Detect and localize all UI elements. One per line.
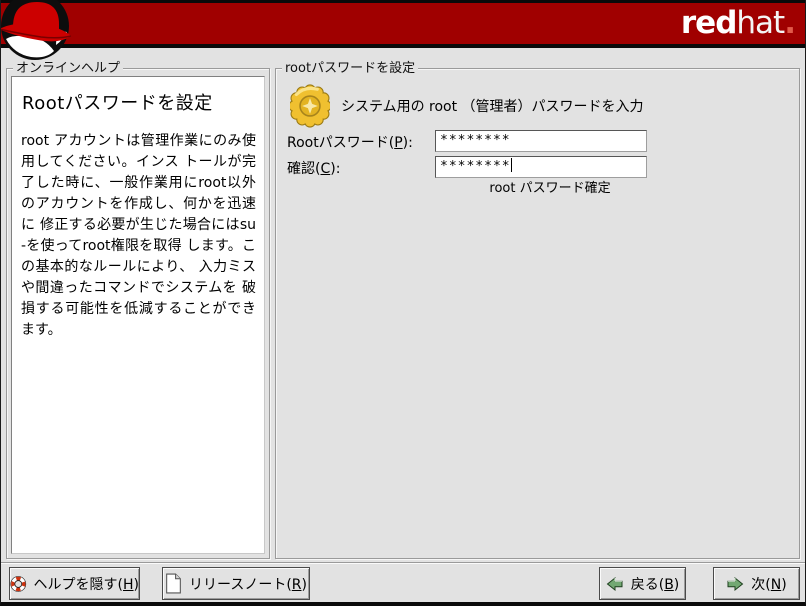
text-cursor [510, 158, 512, 172]
online-help-panel: オンラインヘルプ Rootパスワードを設定 root アカウントは管理作業にのみ… [6, 61, 270, 559]
next-button[interactable]: 次(N) [713, 567, 800, 600]
redhat-wordmark: redhat. [680, 4, 796, 42]
hide-help-label-pre: ヘルプを隠す( [33, 576, 123, 593]
hide-help-label: ヘルプを隠す(H) [34, 574, 139, 594]
confirm-label-post: ): [330, 161, 341, 177]
back-mnemonic: B [664, 576, 674, 593]
confirm-label-pre: 確認( [287, 161, 321, 177]
back-label: 戻る(B) [631, 574, 680, 594]
instruction-row: システム用の root （管理者）パスワードを入力 [290, 84, 644, 128]
wordmark-red: red [680, 5, 738, 41]
back-label-pre: 戻る( [630, 576, 665, 593]
arrow-right-icon [727, 576, 744, 591]
confirm-password-input[interactable]: ******** [435, 156, 647, 178]
lifebuoy-icon [10, 575, 27, 592]
root-password-frame-label: rootパスワードを設定 [282, 61, 419, 76]
confirm-password-value: ******** [440, 159, 511, 174]
root-password-panel: rootパスワードを設定 システム用の root （管理者）パスワードを入力 R… [275, 61, 800, 559]
gold-badge-icon [290, 84, 330, 128]
confirm-mnemonic: C [320, 161, 331, 177]
arrow-left-icon [606, 576, 623, 591]
root-password-value: ******** [440, 133, 511, 148]
redhat-shadowman-icon [1, 0, 72, 60]
next-label: 次(N) [751, 574, 786, 594]
footer-separator [1, 562, 805, 564]
installer-window: redhat. オンラインヘルプ Rootパスワードを設定 root アカウント… [0, 0, 806, 606]
release-notes-button[interactable]: リリースノート(R) [162, 567, 310, 600]
root-password-input[interactable]: ******** [435, 130, 647, 152]
root-password-label-pre: Rootパスワード( [287, 135, 395, 151]
release-notes-label-post: ) [301, 576, 307, 593]
wordmark-hat: hat [736, 5, 785, 41]
instruction-text: システム用の root （管理者）パスワードを入力 [341, 99, 644, 115]
release-notes-label: リリースノート(R) [189, 574, 307, 594]
root-password-mnemonic: P [394, 135, 403, 151]
help-body-text: root アカウントは管理作業にのみ使用してください。インス トールが完了した時… [21, 133, 256, 338]
release-notes-label-pre: リリースノート( [189, 576, 292, 593]
help-viewer: Rootパスワードを設定 root アカウントは管理作業にのみ使用してください。… [11, 76, 265, 554]
hide-help-mnemonic: H [123, 576, 134, 593]
root-password-label: Rootパスワード(P): [287, 132, 413, 152]
password-match-status: root パスワード確定 [489, 181, 611, 196]
next-label-pre: 次( [751, 576, 771, 593]
hide-help-label-post: ) [133, 576, 139, 593]
release-notes-mnemonic: R [291, 576, 302, 593]
next-label-post: ) [781, 576, 787, 593]
hide-help-button[interactable]: ヘルプを隠す(H) [9, 567, 140, 600]
back-button[interactable]: 戻る(B) [599, 567, 686, 600]
root-password-label-post: ): [402, 135, 413, 151]
help-title: Rootパスワードを設定 [22, 93, 213, 114]
back-label-post: ) [673, 576, 680, 593]
wordmark-dot: . [784, 5, 796, 41]
next-mnemonic: N [770, 576, 782, 593]
confirm-password-label: 確認(C): [287, 158, 340, 178]
document-icon [166, 573, 181, 594]
